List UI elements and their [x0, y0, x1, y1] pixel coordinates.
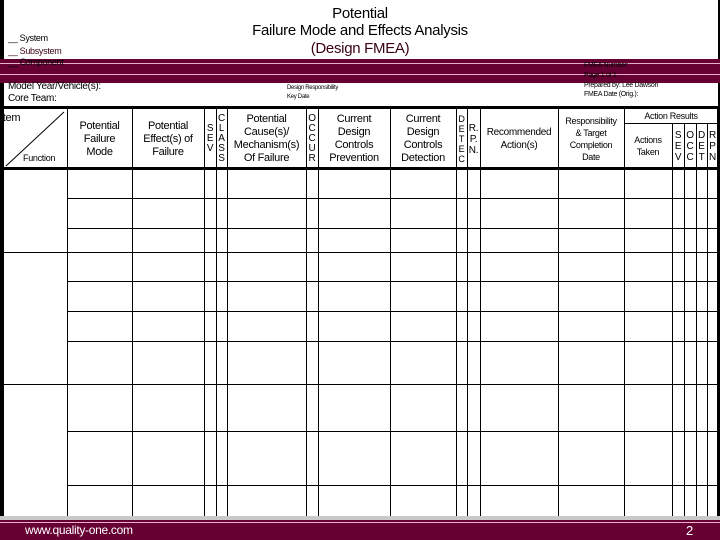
col-actions-taken: Actions Taken [634, 135, 662, 157]
column-divider [696, 124, 697, 520]
col-responsibility: Responsibility & Target Completion Date [565, 116, 617, 162]
col-rpn: R. P. N. [468, 122, 479, 156]
col-effects: Potential Effect(s) of Failure [143, 119, 193, 158]
column-divider [467, 108, 468, 520]
column-divider [707, 124, 708, 520]
col-sev: S E V [206, 123, 214, 154]
core-team-label: Core Team: [8, 93, 57, 104]
row-divider [67, 228, 718, 229]
column-divider [67, 108, 68, 520]
column-divider [390, 108, 391, 520]
col-result-occ: O C C [686, 129, 694, 163]
column-divider [558, 108, 559, 520]
col-result-det: D E T [698, 129, 705, 163]
title-line2: Failure Mode and Effects Analysis [252, 22, 468, 39]
footer-url[interactable]: www.quality-one.com [25, 523, 133, 537]
key-date-label: Key Date [287, 94, 310, 100]
row-divider [67, 198, 718, 199]
row-divider [67, 281, 718, 282]
fmea-date-label: FMEA Date (Orig.): [584, 91, 639, 98]
column-divider [624, 108, 625, 520]
column-divider [306, 108, 307, 520]
table-top-border [0, 106, 720, 109]
column-divider [480, 108, 481, 520]
model-year-label: Model Year/Vehicle(s): [8, 81, 101, 92]
title-line3: (Design FMEA) [310, 40, 410, 57]
col-item: Item [0, 112, 21, 124]
col-failure-mode: Potential Failure Mode [79, 119, 120, 158]
column-divider [684, 124, 685, 520]
item-row-divider [4, 252, 718, 253]
fmea-number-label: FMEA Number: [584, 62, 629, 69]
col-detec: D E T E C [458, 114, 465, 164]
col-occur: O C C U R [308, 113, 316, 164]
column-divider [204, 108, 205, 520]
page-label: Page 1 of 1 [584, 72, 617, 79]
table-right-border [717, 106, 719, 520]
column-divider [132, 108, 133, 520]
col-result-rpn: R P N [709, 129, 716, 163]
item-row-divider [4, 384, 718, 385]
col-recommended: Recommended Action(s) [486, 127, 552, 151]
scope-component: __ Component [8, 57, 64, 67]
col-causes: Potential Cause(s)/ Mechanism(s) Of Fail… [233, 113, 300, 164]
col-prevention: Current Design Controls Prevention [329, 113, 379, 164]
col-function: Function [23, 153, 56, 163]
col-action-results: Action Results [644, 111, 698, 121]
column-divider [216, 108, 217, 520]
col-detection: Current Design Controls Detection [401, 113, 445, 164]
design-responsibility-label: Design Responsibility [287, 85, 339, 91]
prepared-by-label: Prepared by: Lee Dawson [584, 82, 659, 89]
row-divider [67, 311, 718, 312]
column-divider [456, 108, 457, 520]
scope-subsystem: __ Subsystem [8, 46, 62, 56]
column-divider [672, 124, 673, 520]
column-divider [318, 108, 319, 520]
col-result-sev: S E V [674, 129, 682, 163]
row-divider [67, 341, 718, 342]
scope-system: __ System [8, 33, 48, 43]
title-line1: Potential [332, 5, 388, 22]
row-divider [67, 431, 718, 432]
row-divider [67, 485, 718, 486]
page-number: 2 [686, 523, 693, 538]
column-divider [227, 108, 228, 520]
col-class: C L A S S [218, 113, 225, 164]
